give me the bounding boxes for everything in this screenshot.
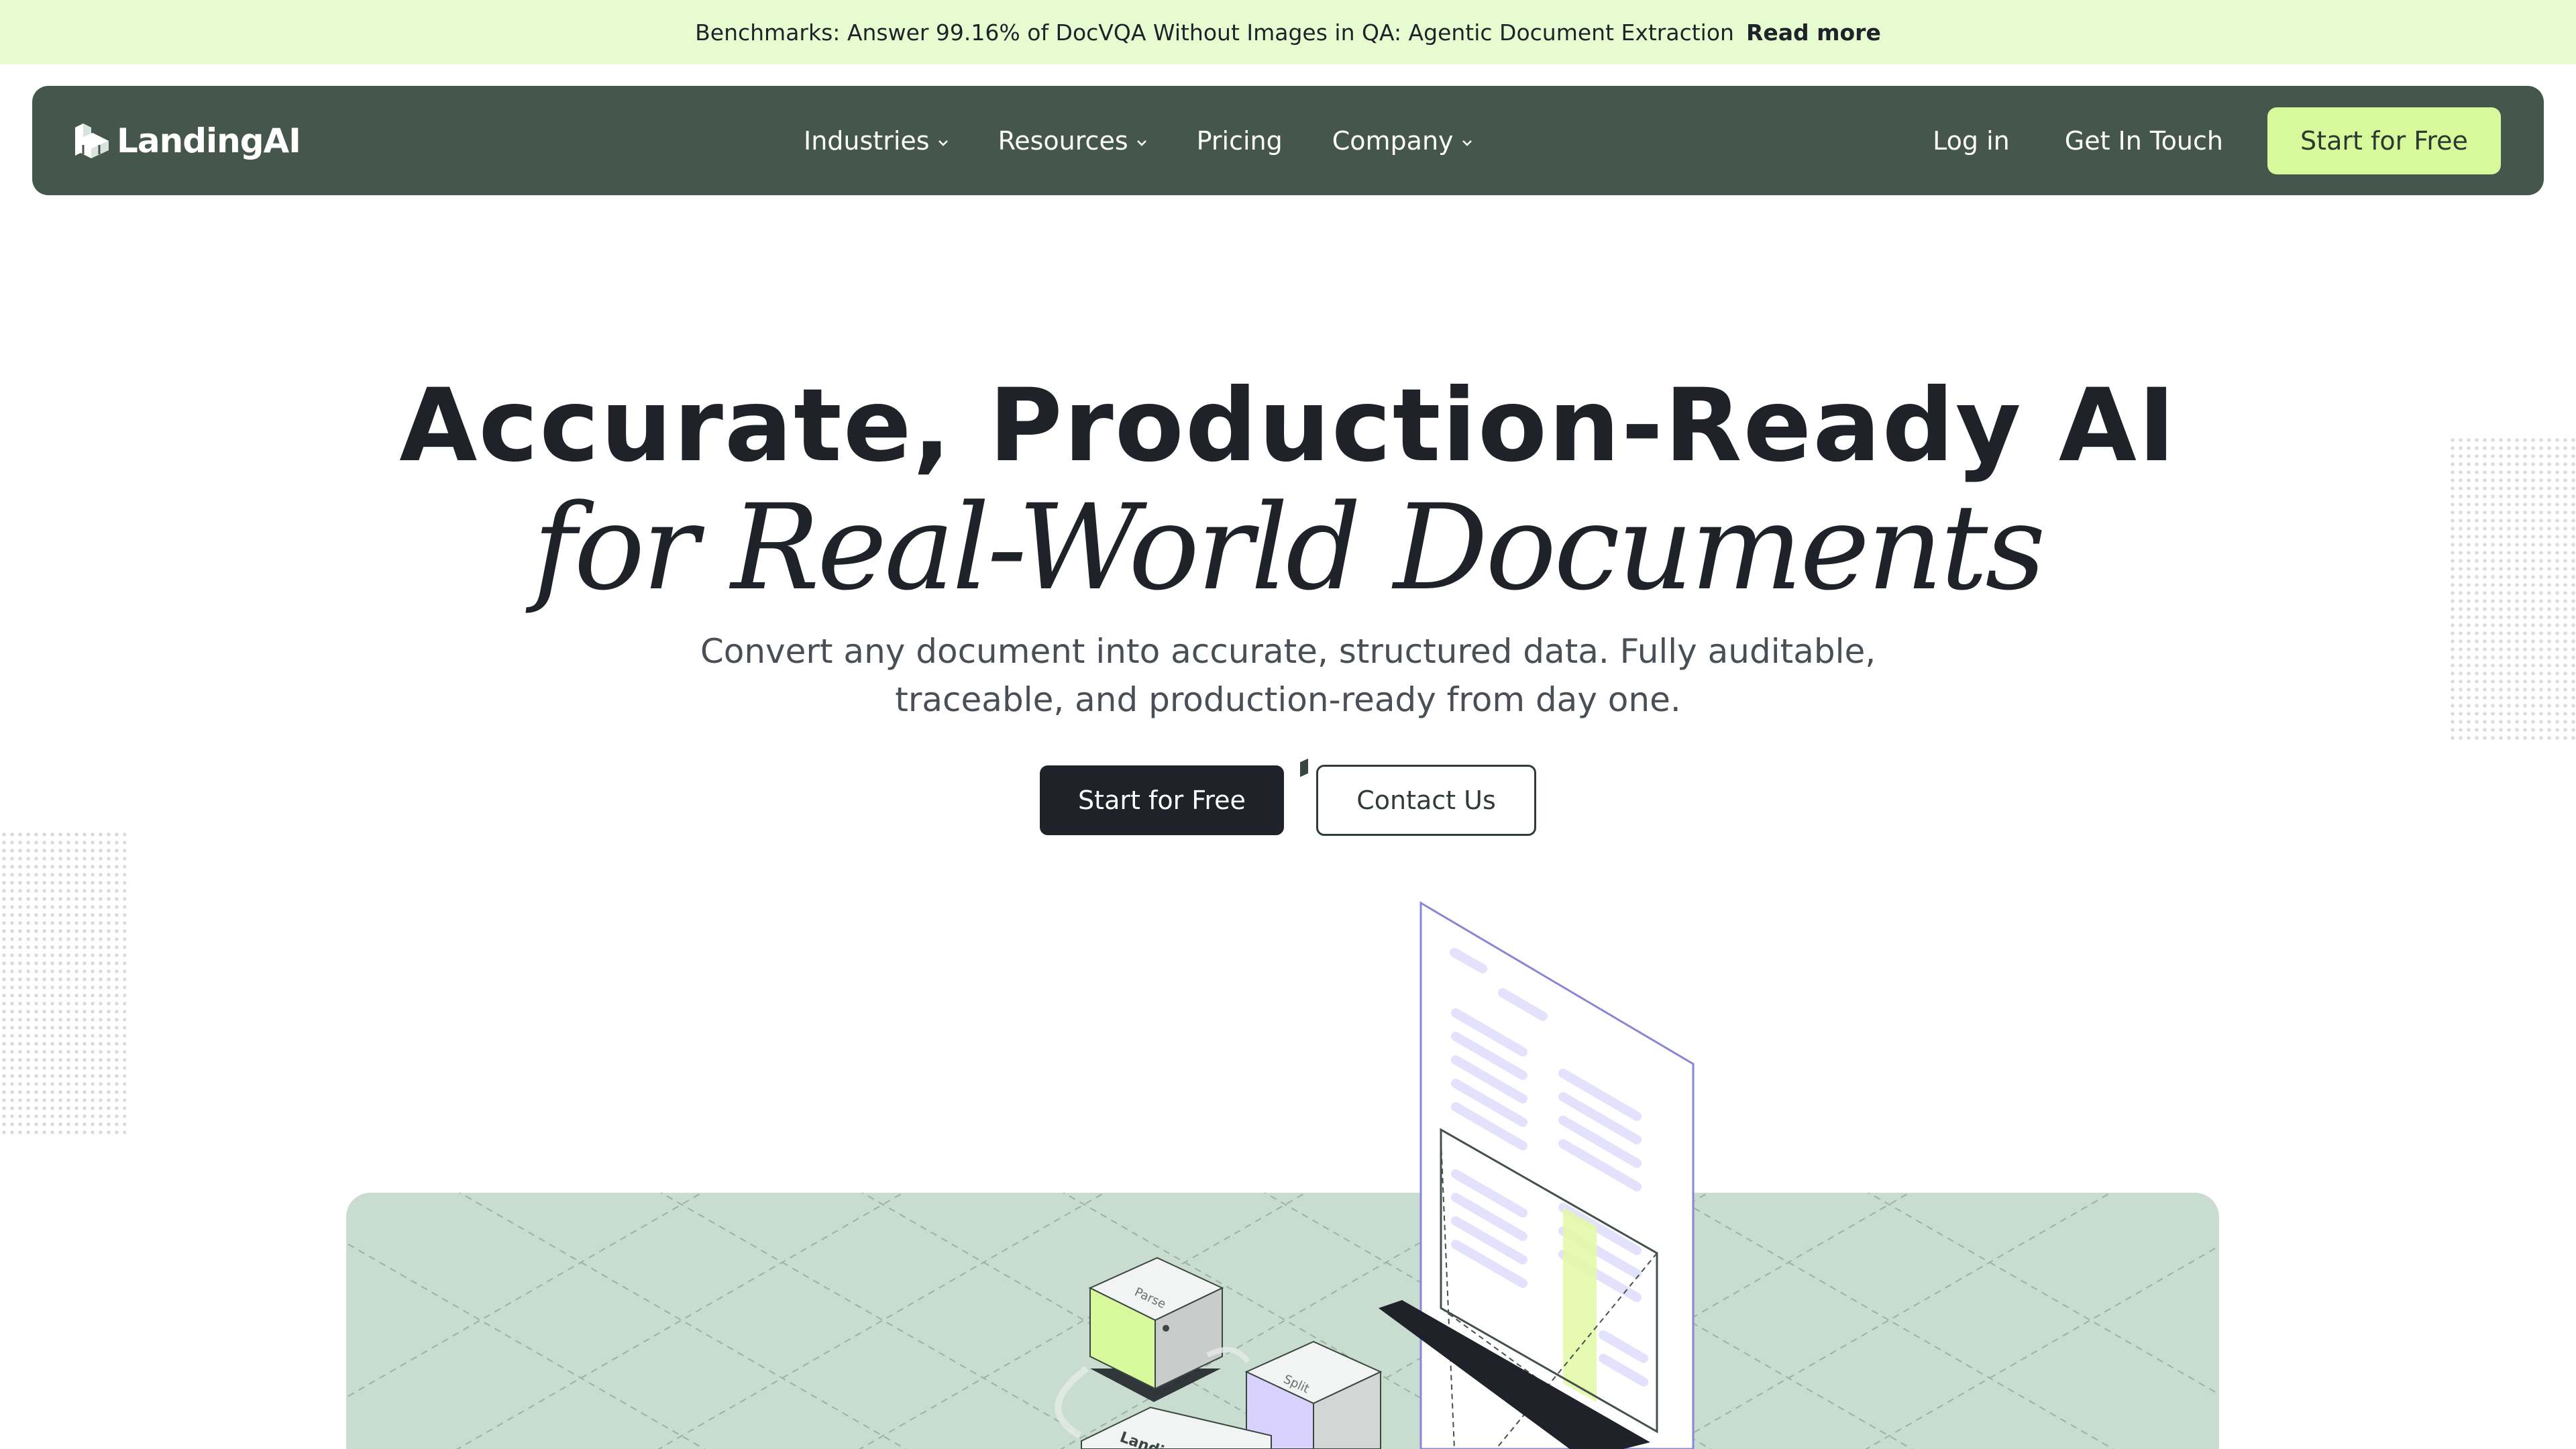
- nav-item-label: Resources: [998, 125, 1128, 156]
- nav-start-free-button[interactable]: Start for Free: [2267, 107, 2501, 174]
- landing-page: Benchmarks: Answer 99.16% of DocVQA With…: [0, 0, 2576, 1449]
- nav-menu: Industries Resources Pricing Company: [804, 86, 1472, 195]
- main-navbar: LandingAI Industries Resources Pricing C…: [32, 86, 2544, 195]
- logo[interactable]: LandingAI: [72, 115, 301, 166]
- start-free-button[interactable]: Start for Free: [1040, 765, 1284, 835]
- announcement-banner: Benchmarks: Answer 99.16% of DocVQA With…: [0, 0, 2576, 64]
- nav-item-label: Company: [1332, 125, 1454, 156]
- contact-us-button[interactable]: Contact Us: [1316, 765, 1536, 836]
- nav-item-company[interactable]: Company: [1332, 126, 1472, 156]
- hero-subtitle: for Real-World Documents: [533, 479, 2045, 616]
- illustration-stage: [346, 1193, 2219, 1449]
- nav-item-pricing[interactable]: Pricing: [1197, 126, 1283, 156]
- decorative-dot-pattern: [0, 830, 126, 1136]
- nav-actions: Log in Get In Touch Start for Free: [1933, 86, 2501, 195]
- chevron-down-icon: [938, 140, 948, 146]
- nav-item-industries[interactable]: Industries: [804, 126, 949, 156]
- logo-text: LandingAI: [117, 121, 301, 160]
- nav-item-resources[interactable]: Resources: [998, 126, 1147, 156]
- logo-icon: [75, 123, 109, 158]
- hero-description: Convert any document into accurate, stru…: [700, 632, 1876, 719]
- nav-item-label: Industries: [804, 125, 930, 156]
- hero-title: Accurate, Production-Ready AI: [399, 368, 2177, 484]
- chevron-down-icon: [1462, 140, 1472, 146]
- grid-floor: [346, 1193, 2219, 1449]
- chevron-down-icon: [1136, 140, 1146, 146]
- read-more-link[interactable]: Read more: [1746, 19, 1881, 46]
- login-link[interactable]: Log in: [1933, 126, 2010, 156]
- nav-item-label: Pricing: [1196, 125, 1283, 156]
- get-in-touch-link[interactable]: Get In Touch: [2065, 126, 2223, 156]
- banner-text: Benchmarks: Answer 99.16% of DocVQA With…: [695, 19, 1734, 46]
